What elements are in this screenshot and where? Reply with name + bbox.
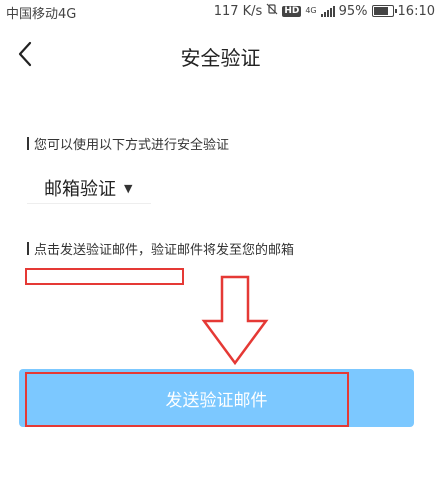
selected-method: 邮箱验证 — [44, 179, 116, 200]
signal-icon — [320, 5, 335, 17]
hd-icon: HD — [282, 5, 302, 17]
network-type-icon: 4G — [305, 6, 317, 15]
page-title: 安全验证 — [180, 46, 261, 70]
caret-down-icon: ▼ — [124, 181, 133, 195]
network-speed: 117 K/s — [213, 3, 263, 19]
methods-hint-text: 您可以使用以下方式进行安全验证 — [34, 138, 230, 153]
send-hint-text: 点击发送验证邮件，验证邮件将发至您的邮箱 — [34, 243, 295, 258]
battery-percent: 95% — [338, 3, 368, 19]
vibrate-mute-icon — [266, 3, 278, 19]
methods-hint: 您可以使用以下方式进行安全验证 — [27, 134, 229, 153]
hint-marker — [27, 137, 29, 150]
send-verification-email-button[interactable]: 发送验证邮件 — [19, 369, 414, 427]
status-indicators: 117 K/s HD 4G 95% 16:10 — [214, 3, 435, 19]
email-address-highlight — [25, 268, 184, 285]
hint-marker — [27, 242, 29, 255]
carrier-label: 中国移动4G — [6, 7, 77, 22]
send-button-label: 发送验证邮件 — [165, 390, 268, 410]
send-hint: 点击发送验证邮件，验证邮件将发至您的邮箱 — [27, 239, 294, 258]
status-bar: 中国移动4G 117 K/s HD 4G 95% 16:10 — [0, 0, 441, 23]
verification-method-select[interactable]: 邮箱验证 ▼ — [27, 172, 151, 204]
battery-icon — [371, 5, 397, 17]
select-underline — [27, 203, 151, 204]
arrow-down-annotation-icon — [201, 275, 269, 366]
clock: 16:10 — [397, 3, 435, 19]
